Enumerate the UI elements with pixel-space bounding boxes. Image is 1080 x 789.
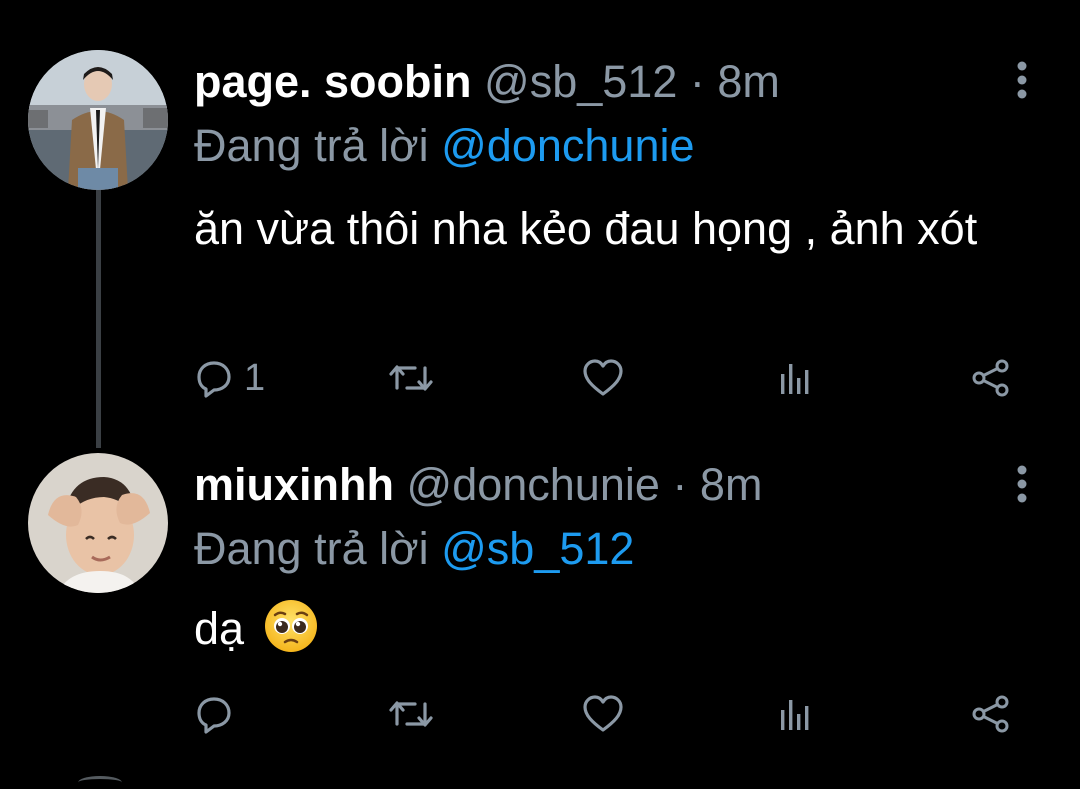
tweet-text: dạ [194, 603, 245, 654]
share-icon [972, 695, 1009, 733]
like-button[interactable] [582, 694, 624, 734]
more-button[interactable] [1008, 56, 1036, 104]
replying-to-label: Đang trả lời [194, 523, 429, 574]
replying-to-label: Đang trả lời [194, 120, 429, 171]
avatar-person-icon [28, 453, 168, 593]
action-bar: 1 [0, 348, 1080, 408]
timestamp[interactable]: 8m [717, 56, 780, 107]
tweet-header: miuxinhh @donchunie · 8m [194, 459, 762, 511]
separator-dot: · [672, 459, 688, 510]
reply-button[interactable]: 1 [194, 358, 265, 398]
replying-to: Đang trả lời @donchunie [194, 120, 695, 172]
share-icon [972, 359, 1009, 397]
share-button[interactable] [970, 694, 1012, 734]
display-name[interactable]: page. soobin [194, 56, 472, 107]
next-avatar-edge [78, 776, 122, 789]
heart-icon [583, 359, 623, 396]
more-vertical-icon [1017, 61, 1027, 99]
tweet-text-container: dạ [194, 598, 1044, 670]
stats-icon [781, 700, 809, 730]
avatar[interactable] [28, 50, 168, 190]
replying-to-mention[interactable]: @sb_512 [441, 523, 634, 574]
retweet-button[interactable] [387, 694, 435, 734]
stats-icon [781, 364, 809, 394]
timeline: page. soobin @sb_512 · 8m Đang trả lời @… [0, 0, 1080, 782]
replying-to: Đang trả lời @sb_512 [194, 523, 634, 575]
heart-icon [583, 695, 623, 732]
reply-count: 1 [244, 357, 266, 399]
timestamp[interactable]: 8m [700, 459, 763, 510]
like-button[interactable] [582, 358, 624, 398]
more-button[interactable] [1008, 460, 1036, 508]
avatar[interactable] [28, 453, 168, 593]
retweet-icon [389, 365, 433, 391]
pleading-face-icon [263, 598, 319, 670]
action-bar [0, 684, 1080, 744]
retweet-button[interactable] [387, 358, 435, 398]
share-button[interactable] [970, 358, 1012, 398]
replying-to-mention[interactable]: @donchunie [441, 120, 694, 171]
reply-icon [197, 697, 231, 734]
user-handle[interactable]: @donchunie [407, 459, 660, 510]
tweet-soobin[interactable]: page. soobin @sb_512 · 8m Đang trả lời @… [0, 0, 1080, 440]
tweet-text: ăn vừa thôi nha kẻo đau họng , ảnh xót [194, 203, 978, 254]
reply-button[interactable] [194, 694, 244, 734]
reply-icon [197, 361, 231, 398]
tweet-miuxinhh[interactable]: miuxinhh @donchunie · 8m Đang trả lời @s… [0, 440, 1080, 770]
user-handle[interactable]: @sb_512 [484, 56, 677, 107]
retweet-icon [389, 701, 433, 727]
separator-dot: · [689, 56, 705, 107]
avatar-person-icon [28, 50, 168, 190]
more-vertical-icon [1017, 465, 1027, 503]
tweet-header: page. soobin @sb_512 · 8m [194, 56, 780, 108]
stats-button[interactable] [777, 694, 817, 734]
stats-button[interactable] [777, 358, 817, 398]
display-name[interactable]: miuxinhh [194, 459, 394, 510]
